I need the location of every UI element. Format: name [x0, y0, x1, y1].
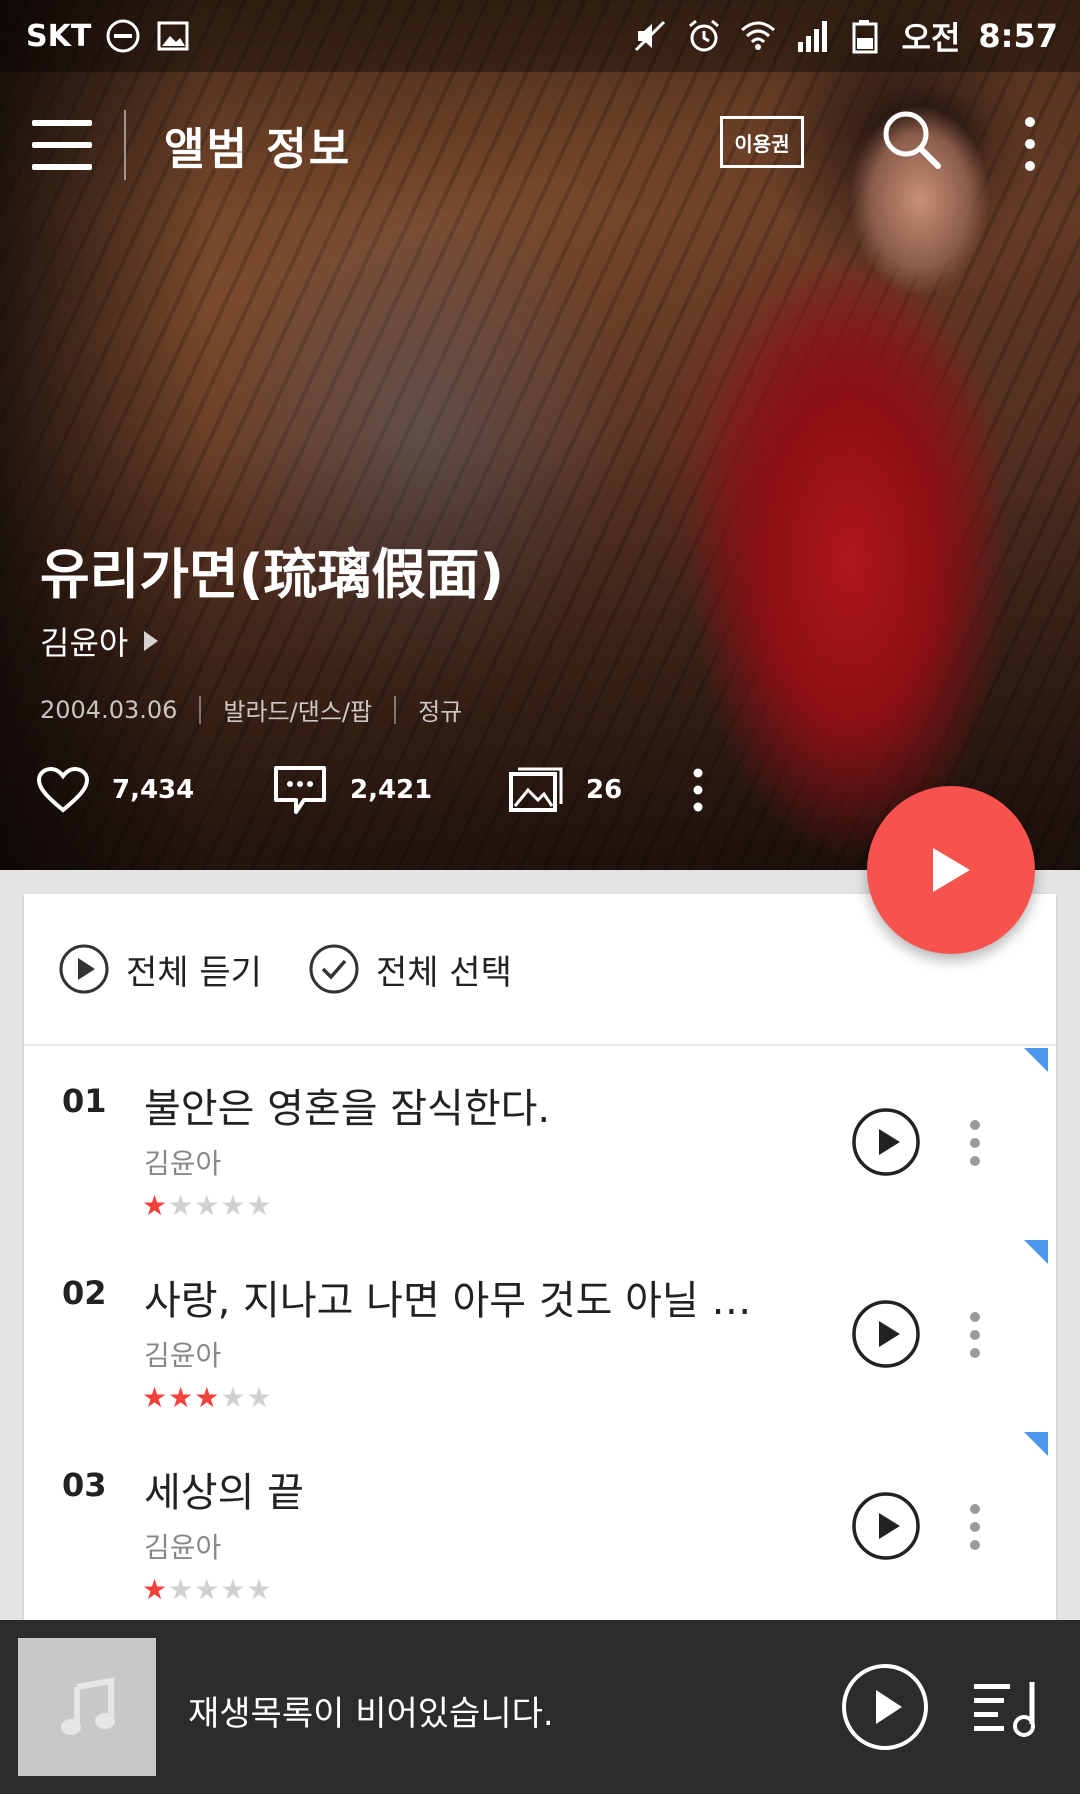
more-vert-icon[interactable]	[968, 1310, 982, 1360]
toolbar-divider	[124, 110, 126, 180]
ticket-button[interactable]: 이용권	[720, 116, 804, 168]
star-icon: ★	[246, 1189, 273, 1222]
play-all-button[interactable]: 전체 듣기	[58, 943, 262, 995]
cover-figure	[660, 240, 1040, 870]
now-playing-artwork[interactable]	[18, 1638, 156, 1776]
more-vert-icon[interactable]	[688, 765, 708, 815]
star-icon: ★	[194, 1189, 221, 1222]
genre: 발라드/댄스/팝	[223, 698, 373, 726]
toolbar: 앨범 정보 이용권	[0, 92, 1080, 198]
track-title: 세상의 끝	[144, 1470, 304, 1516]
track-list-card: 전체 듣기 전체 선택 01 불안은 영혼을 잠식한다. 김윤아 ★★★★★ 02 사랑,…	[24, 894, 1056, 1634]
track-title: 불안은 영혼을 잠식한다.	[144, 1086, 551, 1132]
page-title: 앨범 정보	[164, 124, 352, 175]
search-icon[interactable]	[878, 106, 948, 176]
like-count: 7,434	[112, 775, 195, 805]
play-icon	[933, 848, 970, 892]
more-vert-icon[interactable]	[968, 1502, 982, 1552]
play-circle-icon	[59, 944, 109, 994]
album-cover-hero: SKT 오전 8:57 앨범 정보 이용권 유리가면(琉璃假面) 김윤아 200…	[0, 0, 1080, 870]
artist-name: 김윤아	[40, 624, 129, 662]
track-number: 03	[62, 1466, 107, 1504]
do-not-disturb-icon	[106, 19, 140, 53]
star-icon: ★	[246, 1573, 273, 1606]
player-status-message: 재생목록이 비어있습니다.	[188, 1694, 554, 1734]
track-flag-marker	[1024, 1048, 1048, 1072]
track-artist: 김윤아	[144, 1531, 222, 1564]
photo-count: 26	[586, 775, 623, 805]
music-note-icon	[61, 1677, 115, 1735]
album-meta: 2004.03.06 발라드/댄스/팝 정규	[40, 692, 462, 727]
track-rating: ★★★★★	[142, 1384, 273, 1412]
star-icon: ★	[168, 1381, 195, 1414]
track-number: 02	[62, 1274, 107, 1312]
track-row[interactable]: 01 불안은 영혼을 잠식한다. 김윤아 ★★★★★	[24, 1046, 1056, 1238]
comment-count: 2,421	[350, 775, 433, 805]
wifi-icon	[740, 21, 775, 50]
track-title: 사랑, 지나고 나면 아무 것도 아닐 …	[144, 1278, 752, 1324]
play-circle-icon[interactable]	[850, 1490, 922, 1562]
more-vert-icon[interactable]	[968, 1118, 982, 1168]
play-circle-icon[interactable]	[850, 1106, 922, 1178]
artist-link[interactable]: 김윤아	[40, 618, 160, 664]
player-play-icon[interactable]	[840, 1662, 930, 1752]
track-flag-marker	[1024, 1432, 1048, 1456]
track-artist: 김윤아	[144, 1339, 222, 1372]
status-bar: SKT 오전 8:57	[0, 0, 1080, 72]
check-circle-icon	[309, 944, 359, 994]
comment-icon	[274, 766, 326, 814]
signal-icon	[797, 21, 827, 52]
track-number: 01	[62, 1082, 107, 1120]
play-circle-icon[interactable]	[850, 1298, 922, 1370]
track-rating: ★★★★★	[142, 1576, 273, 1604]
album-stats: 7,434 2,421 26	[36, 764, 708, 816]
more-vert-icon[interactable]	[1010, 112, 1050, 176]
image-icon	[509, 767, 563, 812]
release-date: 2004.03.06	[40, 695, 178, 724]
photo-button[interactable]: 26	[508, 766, 688, 814]
time-period: 오전	[901, 19, 961, 57]
track-row[interactable]: 02 사랑, 지나고 나면 아무 것도 아닐 … 김윤아 ★★★★★	[24, 1238, 1056, 1430]
battery-icon	[852, 20, 878, 54]
star-icon: ★	[168, 1573, 195, 1606]
heart-icon	[36, 766, 90, 813]
star-icon: ★	[194, 1573, 221, 1606]
meta-divider	[394, 695, 397, 724]
star-icon: ★	[142, 1189, 169, 1222]
chevron-right-icon	[144, 631, 159, 651]
track-rating: ★★★★★	[142, 1192, 273, 1220]
album-title: 유리가면(琉璃假面)	[40, 543, 505, 606]
carrier-label: SKT	[26, 18, 92, 54]
playlist-icon[interactable]	[972, 1678, 1044, 1738]
star-icon: ★	[220, 1381, 247, 1414]
track-artist: 김윤아	[144, 1147, 222, 1180]
star-icon: ★	[194, 1381, 221, 1414]
track-row[interactable]: 03 세상의 끝 김윤아 ★★★★★	[24, 1430, 1056, 1622]
comment-button[interactable]: 2,421	[272, 764, 508, 816]
menu-icon[interactable]	[32, 120, 92, 170]
star-icon: ★	[220, 1573, 247, 1606]
meta-divider	[199, 695, 202, 724]
mini-player: 재생목록이 비어있습니다.	[0, 1620, 1080, 1794]
star-icon: ★	[142, 1573, 169, 1606]
clock: 8:57	[978, 17, 1058, 55]
mute-icon	[634, 20, 665, 52]
track-list: 01 불안은 영혼을 잠식한다. 김윤아 ★★★★★ 02 사랑, 지나고 나면 아무 것…	[24, 1046, 1056, 1622]
gallery-notification-icon	[157, 21, 189, 51]
select-all-label: 전체 선택	[375, 952, 512, 993]
star-icon: ★	[168, 1189, 195, 1222]
play-all-fab[interactable]	[867, 786, 1035, 954]
star-icon: ★	[246, 1381, 273, 1414]
album-type: 정규	[418, 698, 463, 726]
like-button[interactable]: 7,434	[36, 766, 272, 814]
star-icon: ★	[220, 1189, 247, 1222]
alarm-icon	[688, 19, 719, 52]
play-all-label: 전체 듣기	[126, 952, 262, 993]
star-icon: ★	[142, 1381, 169, 1414]
select-all-button[interactable]: 전체 선택	[308, 943, 512, 995]
track-flag-marker	[1024, 1240, 1048, 1264]
